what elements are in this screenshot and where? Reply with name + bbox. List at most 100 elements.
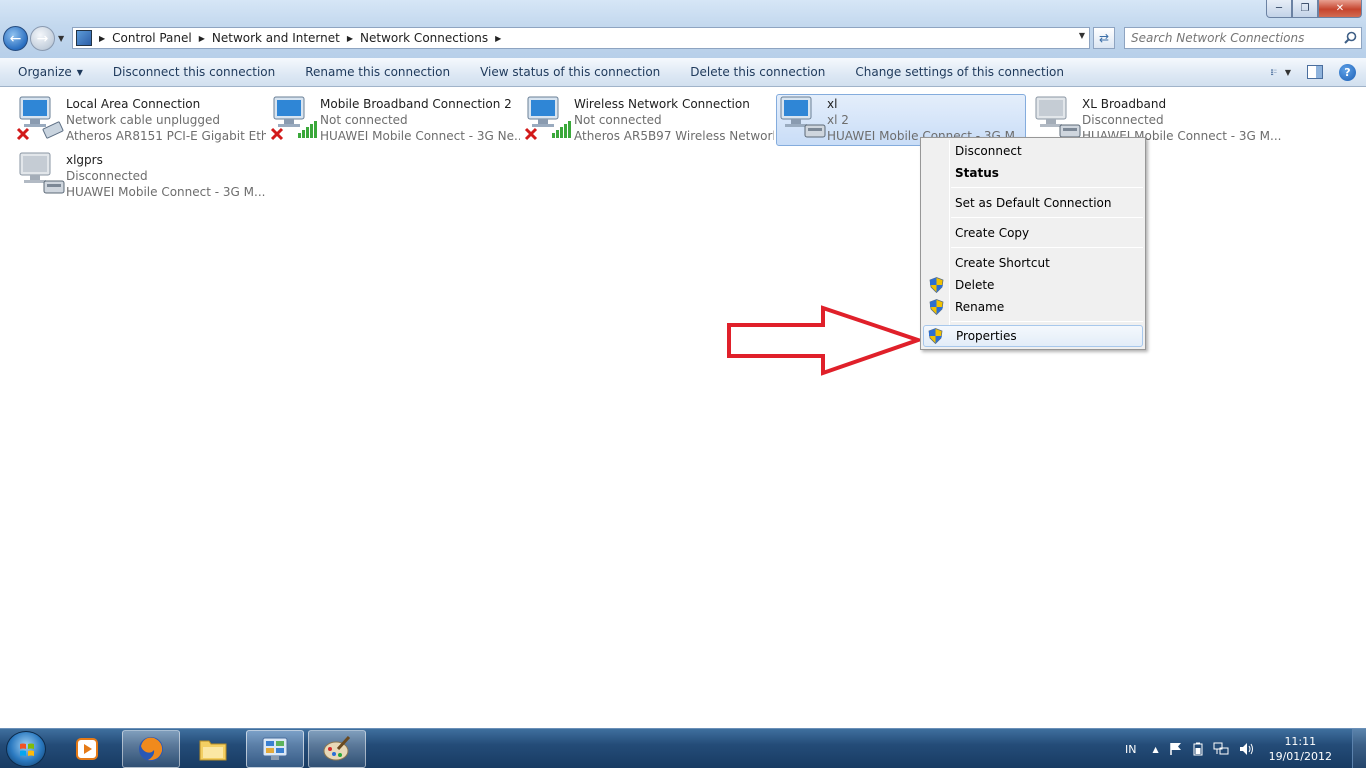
refresh-button[interactable]: ⇄ — [1093, 27, 1115, 49]
clock[interactable]: 11:11 19/01/2012 — [1269, 734, 1332, 764]
menu-item-create-shortcut[interactable]: Create Shortcut — [923, 252, 1143, 274]
volume-icon[interactable] — [1239, 742, 1255, 756]
menu-item-rename[interactable]: Rename — [923, 296, 1143, 318]
refresh-icon: ⇄ — [1098, 31, 1110, 45]
menu-separator — [951, 217, 1143, 218]
taskbar-explorer[interactable] — [184, 730, 242, 768]
disconnect-connection-button[interactable]: Disconnect this connection — [98, 58, 290, 87]
connection-xlgprs[interactable]: xlgprs Disconnected HUAWEI Mobile Connec… — [16, 151, 266, 203]
connection-name: XL Broadband — [1082, 97, 1167, 111]
dialup-modem-icon — [1032, 95, 1082, 143]
organize-label: Organize — [18, 65, 72, 79]
preview-pane-button[interactable] — [1305, 62, 1325, 82]
menu-item-label: Rename — [955, 300, 1005, 314]
clock-time: 11:11 — [1284, 735, 1317, 748]
chevron-down-icon: ▼ — [76, 67, 83, 77]
connection-name: Mobile Broadband Connection 2 — [320, 97, 512, 111]
connection-device: HUAWEI Mobile Connect - 3G M... — [66, 185, 266, 199]
chevron-right-icon[interactable]: ▶ — [99, 34, 105, 43]
connection-device: Atheros AR8151 PCI-E Gigabit Eth... — [66, 129, 266, 143]
connection-status: xl 2 — [827, 113, 849, 127]
search-box[interactable] — [1124, 27, 1362, 49]
action-center-flag-icon[interactable] — [1169, 742, 1183, 756]
connection-local-area[interactable]: Local Area Connection Network cable unpl… — [16, 95, 266, 147]
taskbar-paint[interactable] — [308, 730, 366, 768]
connection-wireless[interactable]: Wireless Network Connection Not connecte… — [524, 95, 774, 147]
command-bar: Organize ▼ Disconnect this connection Re… — [0, 58, 1366, 87]
media-player-icon — [76, 738, 98, 760]
view-status-button[interactable]: View status of this connection — [465, 58, 675, 87]
connection-status: Network cable unplugged — [66, 113, 221, 127]
battery-icon[interactable] — [1193, 742, 1203, 756]
network-icon[interactable] — [1213, 742, 1229, 756]
organize-button[interactable]: Organize ▼ — [0, 58, 98, 87]
menu-separator — [951, 247, 1143, 248]
maximize-button[interactable]: ❐ — [1292, 0, 1318, 18]
taskbar-firefox[interactable] — [122, 730, 180, 768]
connection-name: Wireless Network Connection — [574, 97, 750, 111]
address-dropdown-icon[interactable]: ▼ — [1079, 31, 1085, 40]
connection-status: Not connected — [320, 113, 408, 127]
chevron-down-icon[interactable]: ▼ — [1285, 68, 1291, 77]
chevron-right-icon[interactable]: ▶ — [495, 34, 501, 43]
minimize-button[interactable]: ─ — [1266, 0, 1292, 18]
dialup-modem-icon — [777, 95, 827, 143]
help-icon[interactable]: ? — [1339, 63, 1356, 81]
recent-pages-dropdown[interactable]: ▼ — [58, 34, 64, 43]
menu-item-create-copy[interactable]: Create Copy — [923, 222, 1143, 244]
menu-item-set-default[interactable]: Set as Default Connection — [923, 192, 1143, 214]
dialup-modem-icon — [16, 151, 66, 199]
breadcrumb-network-and-internet[interactable]: Network and Internet — [212, 31, 340, 45]
menu-item-disconnect[interactable]: Disconnect — [923, 140, 1143, 162]
context-menu: Disconnect Status Set as Default Connect… — [920, 137, 1146, 350]
breadcrumb-network-connections[interactable]: Network Connections — [360, 31, 488, 45]
clock-date: 19/01/2012 — [1268, 750, 1332, 763]
taskbar-control-panel[interactable] — [246, 730, 304, 768]
control-panel-icon — [76, 30, 92, 46]
search-input[interactable] — [1125, 28, 1335, 48]
back-arrow-icon: ← — [9, 30, 22, 47]
chevron-right-icon[interactable]: ▶ — [199, 34, 205, 43]
connections-list: Local Area Connection Network cable unpl… — [0, 87, 1366, 728]
folder-icon — [199, 740, 227, 761]
search-icon[interactable] — [1344, 31, 1357, 44]
close-button[interactable]: ✕ — [1318, 0, 1362, 18]
window-titlebar: ─ ❐ ✕ ← → ▼ ▶ Control Panel ▶ Network an… — [0, 0, 1366, 58]
system-tray: IN ▲ 11:11 19/01/2012 — [1125, 729, 1366, 768]
menu-item-label: Properties — [956, 329, 1017, 343]
connection-mobile-broadband-2[interactable]: Mobile Broadband Connection 2 Not connec… — [270, 95, 520, 147]
menu-separator — [951, 187, 1143, 188]
connection-name: Local Area Connection — [66, 97, 201, 111]
show-desktop-button[interactable] — [1352, 729, 1366, 768]
uac-shield-icon — [929, 299, 944, 315]
chevron-right-icon[interactable]: ▶ — [347, 34, 353, 43]
address-bar[interactable]: ▶ Control Panel ▶ Network and Internet ▶… — [72, 27, 1090, 49]
control-panel-icon — [262, 737, 288, 760]
show-hidden-icons-button[interactable]: ▲ — [1152, 745, 1158, 754]
start-button[interactable] — [6, 731, 46, 767]
wireless-adapter-icon — [524, 95, 574, 143]
view-controls: ▼ ? — [1271, 62, 1356, 82]
menu-item-delete[interactable]: Delete — [923, 274, 1143, 296]
delete-connection-button[interactable]: Delete this connection — [675, 58, 840, 87]
change-settings-button[interactable]: Change settings of this connection — [840, 58, 1079, 87]
input-language-indicator[interactable]: IN — [1125, 743, 1136, 756]
breadcrumb-control-panel[interactable]: Control Panel — [112, 31, 192, 45]
view-options-icon — [1271, 69, 1277, 76]
menu-item-properties[interactable]: Properties — [923, 325, 1143, 347]
menu-item-label: Delete — [955, 278, 995, 292]
connection-name: xlgprs — [66, 153, 103, 167]
menu-item-status[interactable]: Status — [923, 162, 1143, 184]
rename-connection-button[interactable]: Rename this connection — [290, 58, 465, 87]
connection-device: Atheros AR5B97 Wireless Network... — [574, 129, 774, 143]
firefox-icon — [139, 737, 163, 761]
menu-separator — [951, 321, 1143, 322]
connection-status: Not connected — [574, 113, 662, 127]
preview-pane-icon — [1307, 65, 1323, 79]
taskbar-media-player[interactable] — [58, 730, 116, 768]
taskbar: IN ▲ 11:11 19/01/2012 — [0, 728, 1366, 768]
paint-icon — [323, 735, 351, 761]
change-view-button[interactable]: ▼ — [1271, 62, 1291, 82]
forward-button[interactable]: → — [30, 26, 55, 51]
back-button[interactable]: ← — [3, 26, 28, 51]
